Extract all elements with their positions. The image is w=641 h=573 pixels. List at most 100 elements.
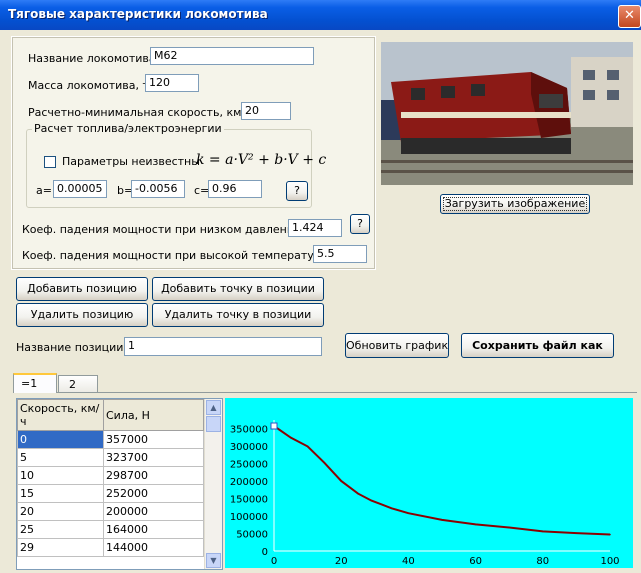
x-tick-label: 0: [271, 556, 277, 567]
add-position-button[interactable]: Добавить позицию: [16, 277, 148, 301]
table-row[interactable]: 15 252000: [17, 484, 204, 503]
speed-cell[interactable]: 25: [17, 520, 104, 539]
unknown-params-label: Параметры неизвестны: [62, 155, 200, 168]
force-cell[interactable]: 164000: [103, 520, 204, 539]
window-title: Тяговые характеристики локомотива: [8, 7, 268, 21]
c-label: c=: [194, 184, 210, 197]
y-tick-label: 200000: [230, 477, 268, 488]
force-cell[interactable]: 357000: [103, 430, 204, 449]
scroll-up-arrow[interactable]: ▲: [206, 400, 221, 415]
add-point-button[interactable]: Добавить точку в позиции: [152, 277, 324, 301]
data-point: [542, 530, 544, 533]
tab-position-1-label: =1: [21, 377, 38, 390]
data-point: [290, 436, 292, 439]
speed-cell[interactable]: 29: [17, 538, 104, 557]
data-point: [390, 507, 393, 510]
table-row[interactable]: 29 144000: [17, 538, 204, 557]
high-temp-input[interactable]: 5.5: [313, 245, 367, 263]
data-point: [323, 461, 326, 464]
delete-point-button[interactable]: Удалить точку в позиции: [152, 303, 324, 327]
table-row[interactable]: 10 298700: [17, 466, 204, 485]
table-row[interactable]: 5 323700: [17, 448, 204, 467]
traction-chart: 0 50000 100000 150000 200000 250000 300000 3500…: [225, 398, 633, 568]
data-grid: Скорость, км/ч Сила, Н 0 357000 5 323700 10 2…: [16, 398, 223, 570]
x-tick-label: 20: [335, 556, 348, 567]
locomotive-name-label: Название локомотива: [28, 52, 156, 65]
mass-input[interactable]: 120: [145, 74, 199, 92]
table-row[interactable]: 0 357000: [17, 430, 204, 449]
y-tick-label: 0: [262, 547, 268, 558]
data-point: [575, 532, 578, 534]
low-pressure-label: Коеф. падения мощности при низком давлен…: [22, 223, 302, 236]
y-tick-label: 300000: [230, 442, 268, 453]
y-tick-label: 50000: [236, 529, 268, 540]
data-point: [609, 533, 611, 536]
high-temp-label: Коеф. падения мощности при высокой темпе…: [22, 249, 328, 262]
tab-position-2[interactable]: 2: [58, 375, 98, 392]
data-point: [340, 480, 342, 482]
selected-point-marker: [270, 422, 278, 430]
min-speed-input[interactable]: 20: [241, 102, 291, 120]
close-button[interactable]: ✕: [618, 5, 641, 28]
fuel-group-label: Расчет топлива/электроэнергии: [32, 122, 224, 135]
y-tick-label: 100000: [230, 512, 268, 523]
grid-scrollbar[interactable]: ▲ ▼: [204, 399, 222, 569]
title-bar: Тяговые характеристики локомотива ✕: [0, 0, 641, 30]
table-row[interactable]: 20 200000: [17, 502, 204, 521]
data-point: [370, 499, 373, 502]
fuel-formula: k = a·V² + b·V + c: [196, 152, 327, 168]
speed-cell[interactable]: 0: [17, 430, 104, 449]
x-tick-label: 60: [469, 556, 482, 567]
locomotive-photo: [381, 42, 633, 185]
speed-cell[interactable]: 10: [17, 466, 104, 485]
refresh-chart-button[interactable]: Обновить график: [345, 333, 449, 358]
power-help-button[interactable]: ?: [350, 214, 370, 234]
a-input[interactable]: 0.00005: [53, 180, 107, 198]
force-cell[interactable]: 323700: [103, 448, 204, 467]
data-point: [474, 523, 477, 526]
force-cell[interactable]: 200000: [103, 502, 204, 521]
data-point: [357, 492, 359, 495]
y-tick-label: 150000: [230, 494, 268, 505]
delete-position-button[interactable]: Удалить позицию: [16, 303, 148, 327]
locomotive-name-input[interactable]: М62: [150, 47, 314, 65]
position-name-input[interactable]: 1: [124, 337, 322, 356]
data-point: [508, 526, 511, 529]
x-tick-label: 80: [536, 556, 549, 567]
mass-label: Масса локомотива, т: [28, 79, 149, 92]
data-point: [306, 445, 309, 448]
data-point: [441, 519, 443, 521]
b-input[interactable]: -0.0056: [131, 180, 185, 198]
tab-position-2-label: 2: [69, 378, 76, 391]
a-label: a=: [36, 184, 52, 197]
speed-column-header[interactable]: Скорость, км/ч: [17, 399, 104, 431]
load-image-button[interactable]: Загрузить изображение: [440, 194, 590, 214]
data-table: Скорость, км/ч Сила, Н 0 357000 5 323700 10 2…: [17, 399, 204, 557]
x-tick-label: 40: [402, 556, 415, 567]
force-cell[interactable]: 298700: [103, 466, 204, 485]
x-tick-label: 100: [600, 556, 619, 567]
traction-chart-svg: 0 50000 100000 150000 200000 250000 300000 3500…: [225, 398, 633, 568]
y-tick-label: 250000: [230, 459, 268, 470]
data-point: [407, 512, 410, 514]
chart-background: [225, 398, 633, 568]
table-row[interactable]: 25 164000: [17, 520, 204, 539]
save-as-button[interactable]: Сохранить файл как: [461, 333, 614, 358]
unknown-params-checkbox[interactable]: [44, 156, 56, 168]
c-input[interactable]: 0.96: [208, 180, 262, 198]
y-tick-label: 350000: [230, 424, 268, 435]
low-pressure-input[interactable]: 1.424: [288, 219, 342, 237]
tab-panel-border: [13, 392, 637, 393]
formula-help-button[interactable]: ?: [286, 181, 308, 201]
speed-cell[interactable]: 15: [17, 484, 104, 503]
force-cell[interactable]: 252000: [103, 484, 204, 503]
speed-cell[interactable]: 5: [17, 448, 104, 467]
force-cell[interactable]: 144000: [103, 538, 204, 557]
tab-position-1[interactable]: =1: [13, 373, 57, 393]
min-speed-label: Расчетно-минимальная скорость, км/ч: [28, 106, 252, 119]
scroll-down-arrow[interactable]: ▼: [206, 553, 221, 568]
speed-cell[interactable]: 20: [17, 502, 104, 521]
force-column-header[interactable]: Сила, Н: [103, 399, 204, 431]
position-name-label: Название позиции: [16, 341, 124, 354]
scroll-thumb[interactable]: [206, 416, 221, 432]
